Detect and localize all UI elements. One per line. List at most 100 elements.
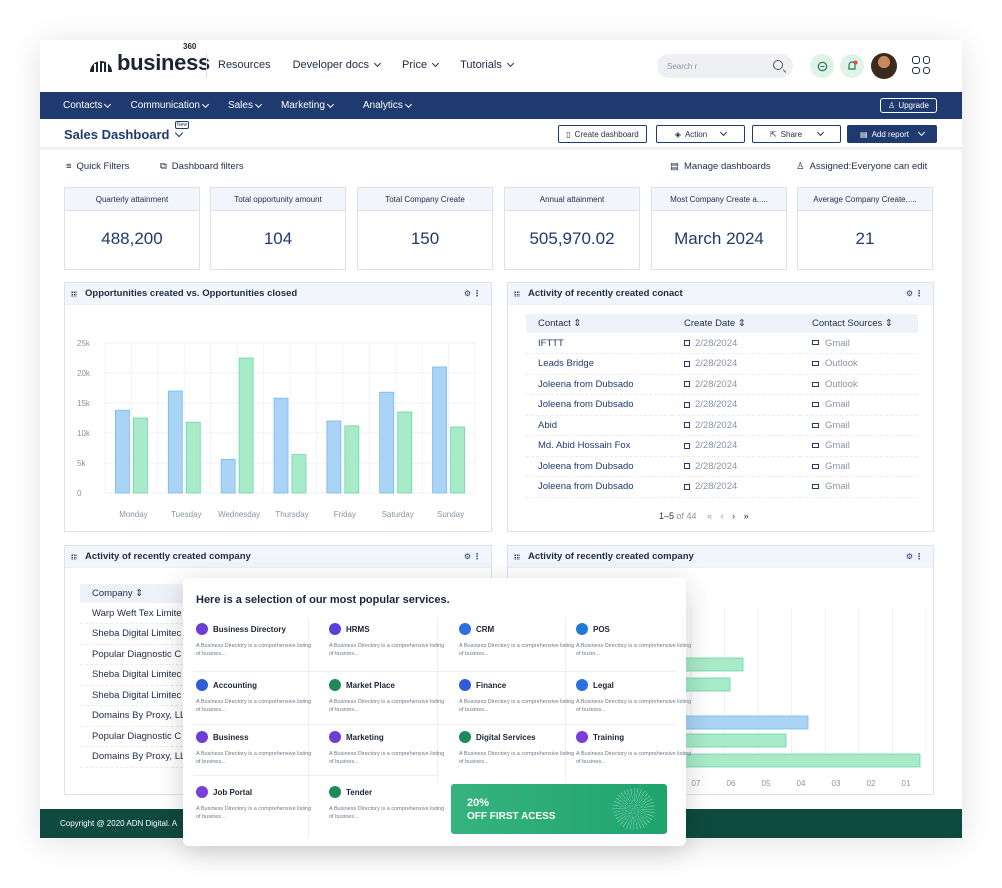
x-tick-label: 05: [762, 779, 771, 788]
nav-analytics[interactable]: Analytics: [363, 100, 412, 111]
table-row[interactable]: Joleena from Dubsado 2/28/2024 Gmail: [526, 476, 918, 498]
table-row[interactable]: Joleena from Dubsado 2/28/2024 Gmail: [526, 456, 918, 477]
mail-icon: [812, 422, 819, 428]
contact-name[interactable]: Joleena from Dubsado: [526, 394, 672, 416]
calendar-icon: [684, 381, 690, 388]
service-item[interactable]: HRMS A Business Directory is a comprehens…: [329, 623, 449, 658]
table-row[interactable]: IFTTT 2/28/2024 Gmail: [526, 333, 918, 354]
panel-title: Activity of recently created company: [528, 551, 694, 562]
nav-price[interactable]: Price: [402, 59, 440, 71]
action-button[interactable]: ◈ Action: [656, 125, 745, 143]
table-row[interactable]: Joleena from Dubsado 2/28/2024 Gmail: [526, 394, 918, 416]
nav-marketing[interactable]: Marketing: [281, 100, 334, 111]
contact-source: Gmail: [800, 394, 918, 416]
manage-dashboards-button[interactable]: ▤ Manage dashboards: [670, 161, 771, 172]
service-item[interactable]: Tender A Business Directory is a comprehe…: [329, 786, 449, 821]
contacts-panel: Activity of recently created conact ⚙⋮ Co…: [507, 282, 934, 532]
table-row[interactable]: Md. Abid Hossain Fox 2/28/2024 Gmail: [526, 435, 918, 457]
nav-resources[interactable]: Resources: [218, 59, 271, 71]
table-row[interactable]: Joleena from Dubsado 2/28/2024 Outlook: [526, 374, 918, 395]
drag-handle-icon[interactable]: [71, 554, 77, 560]
contact-name[interactable]: Abid: [526, 415, 672, 436]
table-row[interactable]: Abid 2/28/2024 Gmail: [526, 415, 918, 436]
service-item[interactable]: CRM A Business Directory is a comprehensi…: [459, 623, 579, 658]
quick-filters-button[interactable]: ≡ Quick Filters: [66, 161, 129, 172]
dashboard-selector[interactable]: Sales Dashboard: [64, 127, 183, 142]
service-item[interactable]: Accounting A Business Directory is a comp…: [196, 679, 316, 714]
last-page-icon[interactable]: »: [744, 511, 749, 521]
nav-sales[interactable]: Sales: [228, 100, 263, 111]
service-item[interactable]: Job Portal A Business Directory is a comp…: [196, 786, 316, 821]
contact-name[interactable]: Joleena from Dubsado: [526, 456, 672, 477]
bar-offline-sales: [291, 454, 307, 494]
panel-actions-icon[interactable]: ⚙⋮: [464, 289, 483, 298]
kpi-card[interactable]: Quarterly attainment 488,200: [64, 187, 200, 270]
drag-handle-icon[interactable]: [514, 291, 520, 297]
service-item[interactable]: Marketing A Business Directory is a compr…: [329, 731, 449, 766]
contact-name[interactable]: Md. Abid Hossain Fox: [526, 435, 672, 457]
nav-tutorials[interactable]: Tutorials: [460, 59, 514, 71]
prev-page-icon[interactable]: ‹: [721, 511, 724, 521]
table-row[interactable]: Leads Bridge 2/28/2024 Outlook: [526, 353, 918, 375]
column-header-contact-sources[interactable]: Contact Sources ⇕: [800, 314, 918, 333]
add-report-label: Add report: [871, 129, 909, 139]
nav-contacts[interactable]: Contacts: [63, 100, 112, 111]
service-item[interactable]: Training A Business Directory is a compre…: [576, 731, 696, 766]
bar-offline-sales: [238, 357, 254, 494]
service-item[interactable]: Business A Business Directory is a compre…: [196, 731, 316, 766]
service-item[interactable]: POS A Business Directory is a comprehensi…: [576, 623, 696, 658]
bar-online-sales: [432, 366, 447, 494]
service-item[interactable]: Legal A Business Directory is a comprehen…: [576, 679, 696, 714]
search-icon[interactable]: [773, 60, 783, 70]
panel-actions-icon[interactable]: ⚙⋮: [464, 552, 483, 561]
service-description: A Business Directory is a comprehensive …: [459, 699, 575, 713]
first-page-icon[interactable]: «: [707, 511, 712, 521]
panel-actions-icon[interactable]: ⚙⋮: [906, 289, 925, 298]
next-page-icon[interactable]: ›: [732, 511, 735, 521]
create-dashboard-button[interactable]: ▯ Create dashboard: [558, 125, 647, 143]
bar-online-sales: [167, 390, 183, 494]
column-header-contact[interactable]: Contact ⇕: [526, 314, 672, 333]
contact-name[interactable]: Joleena from Dubsado: [526, 374, 672, 395]
kpi-value: 505,970.02: [529, 229, 615, 248]
notification-bell-icon[interactable]: [840, 54, 864, 78]
search-placeholder: Search r: [667, 61, 698, 71]
service-item[interactable]: Finance A Business Directory is a compreh…: [459, 679, 579, 714]
apps-grid-icon[interactable]: [912, 56, 930, 74]
chat-icon[interactable]: [810, 54, 834, 78]
contact-source: Gmail: [800, 476, 918, 498]
dashboard-filters-button[interactable]: ⧉ Dashboard filters: [160, 161, 244, 172]
kpi-card[interactable]: Total Company Create 150: [357, 187, 493, 270]
kpi-card[interactable]: Total opportunity amount 104: [210, 187, 346, 270]
share-button[interactable]: ⇱ Share: [752, 125, 841, 143]
nav-communication[interactable]: Communication: [130, 100, 209, 111]
service-item[interactable]: Market Place A Business Directory is a co…: [329, 679, 449, 714]
assigned-setting[interactable]: ♙ Assigned:Everyone can edit: [796, 161, 927, 172]
chevron-down-icon: [432, 59, 440, 68]
panel-actions-icon[interactable]: ⚙⋮: [906, 552, 925, 561]
drag-handle-icon[interactable]: [71, 291, 77, 297]
promo-banner[interactable]: 20% OFF FIRST ACESS: [451, 784, 667, 834]
search-input[interactable]: Search r: [657, 54, 793, 78]
service-item[interactable]: Business Directory A Business Directory i…: [196, 623, 316, 658]
kpi-card[interactable]: Average Company Create..... 21: [797, 187, 933, 270]
user-avatar[interactable]: [871, 53, 897, 79]
contact-name[interactable]: Joleena from Dubsado: [526, 476, 672, 498]
contact-name[interactable]: IFTTT: [526, 333, 672, 354]
add-report-button[interactable]: ▤ Add report: [847, 125, 937, 143]
brand-logo[interactable]: business: [88, 50, 210, 76]
contact-name[interactable]: Leads Bridge: [526, 353, 672, 375]
column-header-create-date[interactable]: Create Date ⇕: [672, 314, 800, 333]
upgrade-button[interactable]: ♙ Upgrade: [880, 98, 937, 113]
kpi-value: 488,200: [101, 229, 163, 248]
nav-developer-docs[interactable]: Developer docs: [293, 59, 382, 71]
bar-online-sales: [273, 397, 289, 494]
top-header: business 360 Resources Developer docs Pr…: [40, 40, 962, 92]
drag-handle-icon[interactable]: [514, 554, 520, 560]
chevron-down-icon: [174, 128, 183, 138]
panel-title: Activity of recently created company: [85, 551, 251, 562]
service-name: Marketing: [346, 732, 384, 742]
kpi-card[interactable]: Most Company Create a..... March 2024: [651, 187, 787, 270]
kpi-card[interactable]: Annual attainment 505,970.02: [504, 187, 640, 270]
service-item[interactable]: Digital Services A Business Directory is …: [459, 731, 579, 766]
